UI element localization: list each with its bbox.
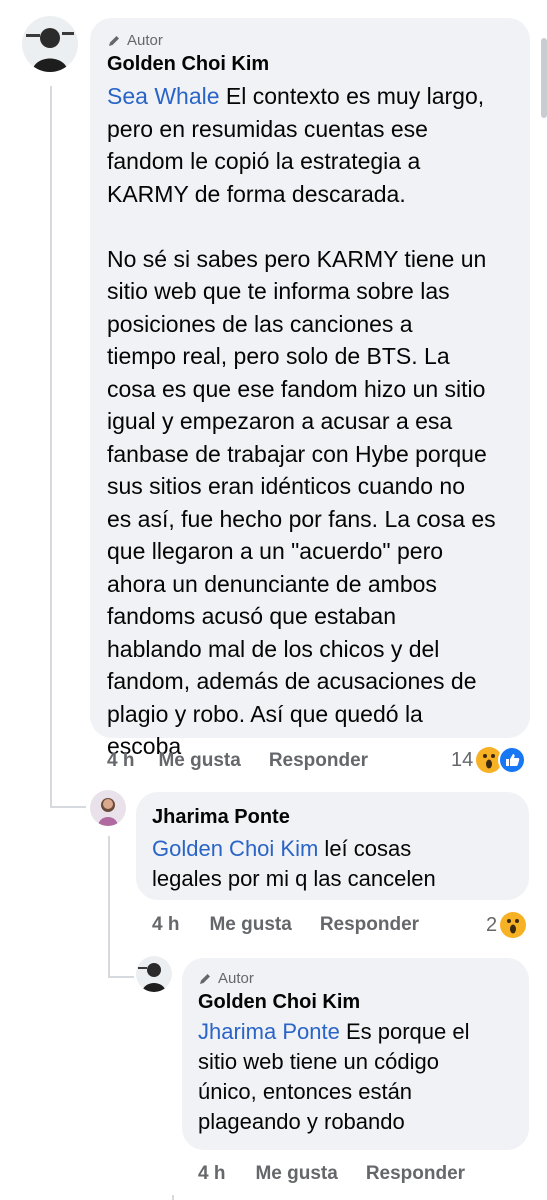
reaction-summary[interactable]: 14 (451, 745, 527, 775)
wow-icon (500, 912, 527, 938)
comment-bubble: Autor Golden Choi Kim Jharima Ponte Es p… (182, 958, 529, 1150)
thread-line-nested (172, 1195, 174, 1200)
thread-line-branch (50, 806, 86, 808)
comment-bubble: Autor Golden Choi Kim Sea Whale El conte… (90, 18, 530, 759)
comment-author-name[interactable]: Golden Choi Kim (107, 51, 512, 77)
comment-author-name[interactable]: Golden Choi Kim (198, 989, 513, 1015)
like-icon (498, 746, 527, 774)
comment-actions: 4 h Me gusta Responder (152, 912, 419, 938)
pencil-icon (200, 973, 210, 984)
reaction-count: 14 (451, 748, 474, 771)
mention-link[interactable]: Jharima Ponte (198, 1019, 340, 1044)
reaction-count: 2 (486, 913, 498, 936)
comment-bubble: Jharima Ponte Golden Choi Kim leí cosas … (136, 792, 529, 900)
thread-line-main (50, 86, 52, 806)
avatar[interactable] (90, 790, 126, 826)
author-badge-label: Autor (218, 970, 254, 987)
avatar[interactable] (22, 16, 78, 72)
reply-button[interactable]: Responder (366, 1163, 465, 1185)
timestamp[interactable]: 4 h (152, 914, 179, 936)
mention-link[interactable]: Sea Whale (107, 83, 220, 109)
comment-actions: 4 h Me gusta Responder (198, 1161, 465, 1187)
comment-body: El contexto es muy largo, pero en resumi… (107, 83, 496, 759)
author-badge: Autor (198, 970, 513, 987)
reply-button[interactable]: Responder (269, 750, 368, 772)
comment-text: Sea Whale El contexto es muy largo, pero… (107, 80, 512, 763)
comment-author-name[interactable]: Jharima Ponte (152, 804, 513, 830)
reply-button[interactable]: Responder (320, 914, 419, 936)
like-button[interactable]: Me gusta (209, 914, 291, 936)
thread-line-branch-2 (108, 976, 134, 978)
scrollbar[interactable] (541, 38, 547, 118)
timestamp[interactable]: 4 h (198, 1163, 225, 1185)
timestamp[interactable]: 4 h (107, 750, 134, 772)
like-button[interactable]: Me gusta (255, 1163, 337, 1185)
author-badge-label: Autor (127, 32, 163, 49)
thread-line-reply (108, 836, 110, 976)
comment-text: Golden Choi Kim leí cosas legales por mi… (152, 834, 513, 894)
pencil-icon (109, 35, 119, 46)
like-button[interactable]: Me gusta (158, 750, 240, 772)
mention-link[interactable]: Golden Choi Kim (152, 836, 318, 861)
reaction-summary[interactable]: 2 (486, 910, 527, 940)
author-badge: Autor (107, 32, 512, 49)
comment-actions: 4 h Me gusta Responder (107, 748, 368, 774)
comment-text: Jharima Ponte Es porque el sitio web tie… (198, 1017, 513, 1137)
avatar[interactable] (136, 956, 172, 992)
